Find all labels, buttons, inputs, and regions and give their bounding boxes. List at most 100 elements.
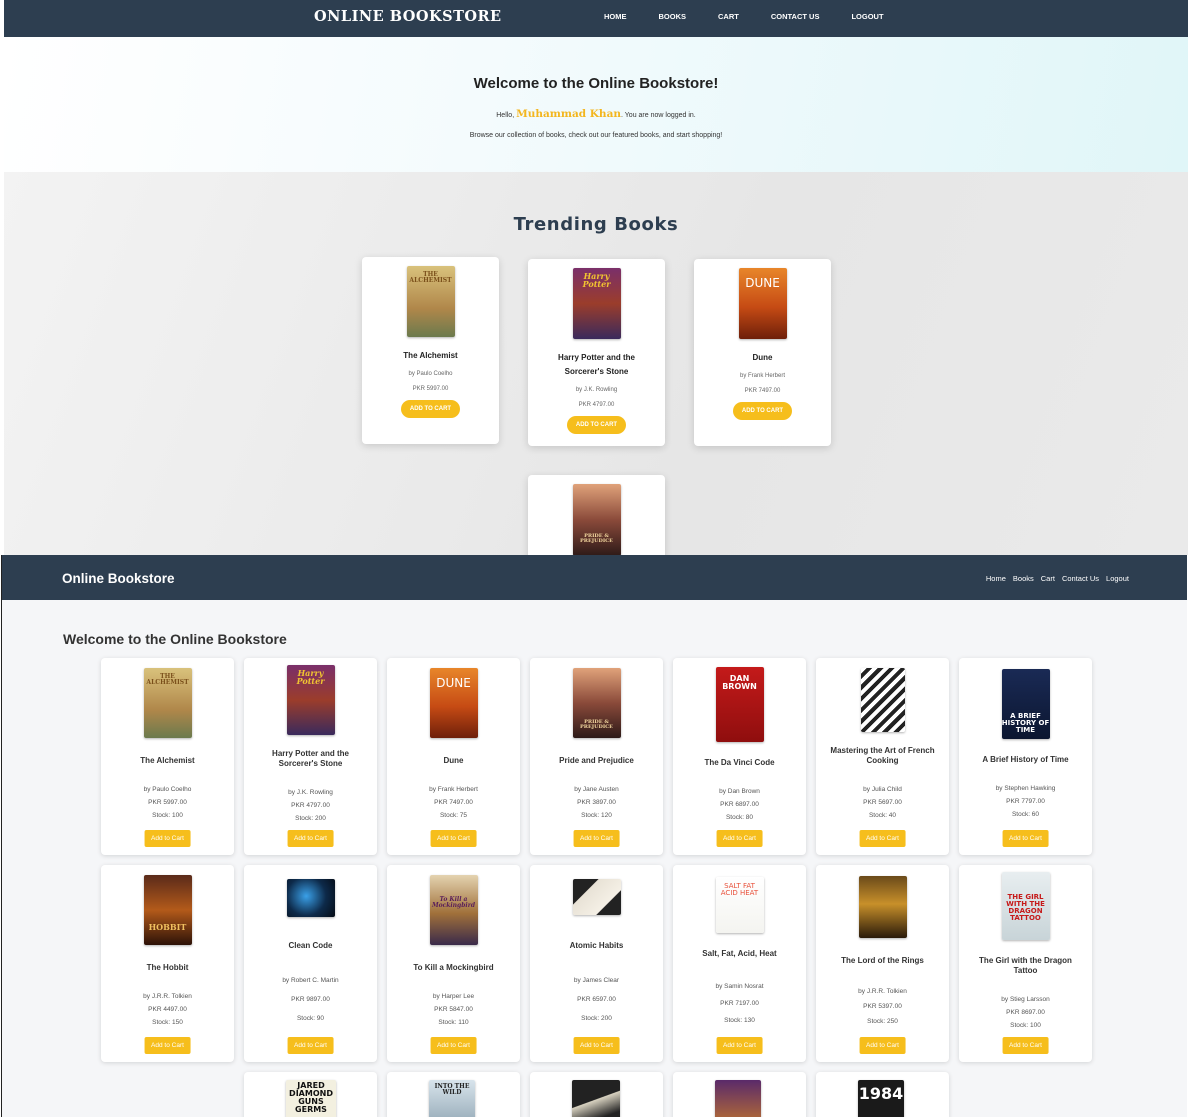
book-price: PKR 7497.00: [434, 799, 473, 806]
book-stock: Stock: 80: [725, 813, 754, 821]
book-cover-image[interactable]: JARED DIAMOND GUNS GERMS: [286, 1080, 336, 1117]
book-stock: Stock: 60: [1011, 811, 1040, 818]
book-card: Clean Code by Robert C. Martin PKR 9897.…: [244, 865, 377, 1062]
add-to-cart-button[interactable]: Add to Cart: [1002, 1037, 1049, 1054]
add-to-cart-button[interactable]: ADD TO CART: [566, 416, 627, 434]
book-author: by Paulo Coelho: [143, 786, 192, 793]
book-title: The Girl with the Dragon Tattoo: [979, 956, 1072, 975]
nav-cart[interactable]: CART: [718, 12, 739, 21]
book-cover-image[interactable]: Harry Potter: [572, 268, 621, 339]
book-cover-image[interactable]: SALT FAT ACID HEAT: [715, 877, 764, 933]
page-heading: Welcome to the Online Bookstore: [63, 631, 287, 647]
add-to-cart-button[interactable]: ADD TO CART: [400, 400, 461, 418]
book-author: by Paulo Coelho: [408, 371, 453, 377]
book-title: Clean Code: [288, 941, 333, 950]
book-price: PKR 6897.00: [720, 800, 759, 808]
book-author: by Julia Child: [863, 786, 902, 793]
book-price: PKR 9897.00: [291, 996, 330, 1003]
brand-logo[interactable]: Online Bookstore: [62, 571, 175, 586]
add-to-cart-button[interactable]: Add to Cart: [716, 830, 763, 847]
book-stock: Stock: 100: [1010, 1022, 1041, 1029]
nav-logout[interactable]: Logout: [1106, 574, 1129, 583]
add-to-cart-button[interactable]: Add to Cart: [144, 1037, 191, 1054]
book-stock: Stock: 250: [867, 1018, 898, 1025]
book-cover-image[interactable]: PRIDE & PREJUDICE: [572, 484, 621, 555]
nav-books[interactable]: BOOKS: [659, 12, 687, 21]
book-stock: Stock: 200: [295, 815, 326, 822]
nav-logout[interactable]: LOGOUT: [851, 12, 883, 21]
book-cover-image[interactable]: [572, 879, 621, 915]
book-price: PKR 4797.00: [578, 402, 615, 408]
add-to-cart-button[interactable]: Add to Cart: [430, 1037, 477, 1054]
book-cover-image[interactable]: To Kill a Mockingbird: [429, 875, 478, 945]
book-title: Harry Potter and the Sorcerer's Stone: [558, 353, 635, 376]
book-cover-image[interactable]: [858, 876, 907, 938]
book-cover-image[interactable]: 1984: [858, 1080, 904, 1117]
nav-home[interactable]: HOME: [604, 12, 627, 21]
book-card: JARED DIAMOND GUNS GERMS: [244, 1072, 377, 1117]
book-cover-image[interactable]: THE GIRL WITH THE DRAGON TATTOO: [1001, 872, 1050, 940]
book-price: PKR 4797.00: [291, 802, 330, 809]
book-cover-image[interactable]: DAN BROWN: [715, 666, 764, 742]
book-cover-image[interactable]: INTO THE WILD: [429, 1080, 475, 1117]
book-author: by Dan Brown: [719, 787, 760, 795]
add-to-cart-button[interactable]: Add to Cart: [859, 830, 906, 847]
book-card: [530, 1072, 663, 1117]
nav-home[interactable]: Home: [986, 574, 1006, 583]
book-title: Harry Potter and the Sorcerer's Stone: [272, 749, 349, 768]
book-stock: Stock: 90: [296, 1015, 325, 1022]
book-stock: Stock: 110: [438, 1019, 469, 1026]
book-title: The Hobbit: [146, 963, 189, 972]
book-cover-image[interactable]: A BRIEF HISTORY OF TIME: [1001, 669, 1050, 739]
add-to-cart-button[interactable]: Add to Cart: [430, 830, 477, 847]
screenshot-books-catalog: Online Bookstore Home Books Cart Contact…: [1, 555, 1187, 1117]
book-card: DUNE Dune by Frank Herbert PKR 7497.00 S…: [387, 658, 520, 855]
book-title: The Lord of the Rings: [841, 956, 924, 965]
nav-contact[interactable]: CONTACT US: [771, 12, 820, 21]
book-cover-image[interactable]: Harry Potter: [286, 665, 335, 735]
book-title: Dune: [752, 353, 773, 362]
add-to-cart-button[interactable]: Add to Cart: [287, 830, 334, 847]
browse-text: Browse our collection of books, check ou…: [469, 132, 723, 139]
book-cover-image[interactable]: DUNE: [429, 668, 478, 738]
book-author: by J.K. Rowling: [575, 387, 618, 393]
book-cover-image[interactable]: THE ALCHEMIST: [143, 668, 192, 738]
nav-contact[interactable]: Contact Us: [1062, 574, 1099, 583]
book-cover-image[interactable]: PRIDE & PREJUDICE: [572, 668, 621, 738]
add-to-cart-button[interactable]: ADD TO CART: [732, 402, 793, 420]
book-author: by Stephen Hawking: [995, 785, 1056, 792]
book-price: PKR 7797.00: [1006, 798, 1045, 805]
book-cover-image[interactable]: [715, 1080, 761, 1117]
add-to-cart-button[interactable]: Add to Cart: [716, 1037, 763, 1054]
nav-books[interactable]: Books: [1013, 574, 1034, 583]
add-to-cart-button[interactable]: Add to Cart: [573, 830, 620, 847]
book-cover-image[interactable]: [860, 668, 905, 732]
add-to-cart-button[interactable]: Add to Cart: [287, 1037, 334, 1054]
trending-section: Trending Books THE ALCHEMIST The Alchemi…: [4, 172, 1188, 555]
add-to-cart-button[interactable]: Add to Cart: [859, 1037, 906, 1054]
book-cover-image[interactable]: DUNE: [738, 268, 787, 339]
book-author: by J.R.R. Tolkien: [143, 993, 192, 1000]
add-to-cart-button[interactable]: Add to Cart: [1002, 830, 1049, 847]
book-price: PKR 6597.00: [577, 996, 616, 1003]
add-to-cart-button[interactable]: Add to Cart: [144, 830, 191, 847]
add-to-cart-button[interactable]: Add to Cart: [573, 1037, 620, 1054]
book-stock: Stock: 120: [581, 812, 612, 819]
book-title: The Alchemist: [140, 756, 195, 765]
book-cover-image[interactable]: HOBBIT: [143, 875, 192, 945]
book-author: by Samin Nosrat: [715, 983, 764, 990]
book-price: PKR 7497.00: [744, 388, 781, 394]
book-price: PKR 7197.00: [720, 1000, 759, 1007]
book-price: PKR 5397.00: [863, 1003, 902, 1010]
brand-logo[interactable]: ONLINE BOOKSTORE: [314, 8, 502, 25]
nav-links: HOME BOOKS CART CONTACT US LOGOUT: [604, 12, 916, 21]
book-cover-image[interactable]: [572, 1080, 620, 1117]
nav-cart[interactable]: Cart: [1041, 574, 1055, 583]
main-navbar: Online Bookstore Home Books Cart Contact…: [2, 555, 1187, 600]
greeting-prefix: Hello,: [496, 112, 517, 119]
book-cover-image[interactable]: [286, 879, 335, 917]
book-card: 1984: [816, 1072, 949, 1117]
book-cover-image[interactable]: THE ALCHEMIST: [406, 266, 455, 337]
book-author: by James Clear: [573, 977, 620, 984]
book-stock: Stock: 100: [152, 812, 183, 819]
